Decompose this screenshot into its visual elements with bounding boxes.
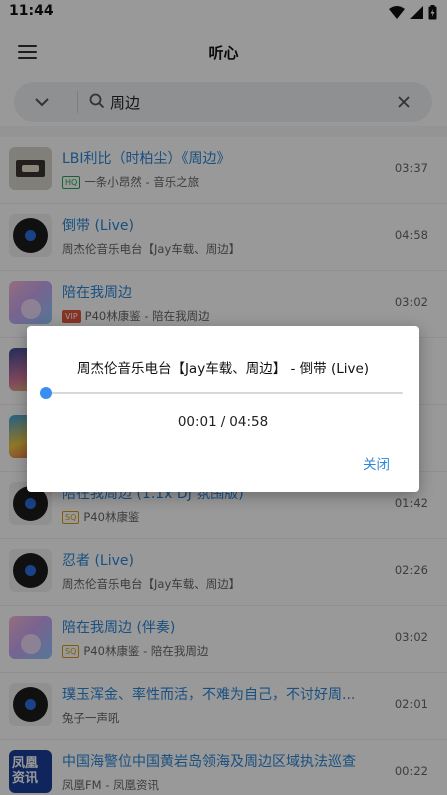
time-separator: / bbox=[220, 414, 226, 430]
progress-thumb[interactable] bbox=[40, 387, 53, 399]
progress-slider[interactable] bbox=[40, 387, 403, 399]
playback-time: 00:01/04:58 bbox=[27, 414, 419, 430]
current-time: 00:01 bbox=[177, 414, 217, 430]
dialog-title: 周杰伦音乐电台【Jay车载、周边】 - 倒带 (Live) bbox=[76, 361, 370, 377]
total-time: 04:58 bbox=[229, 414, 269, 430]
playback-dialog: 周杰伦音乐电台【Jay车载、周边】 - 倒带 (Live) 00:01/04:5… bbox=[27, 326, 419, 492]
close-button[interactable]: 关闭 bbox=[363, 453, 390, 473]
